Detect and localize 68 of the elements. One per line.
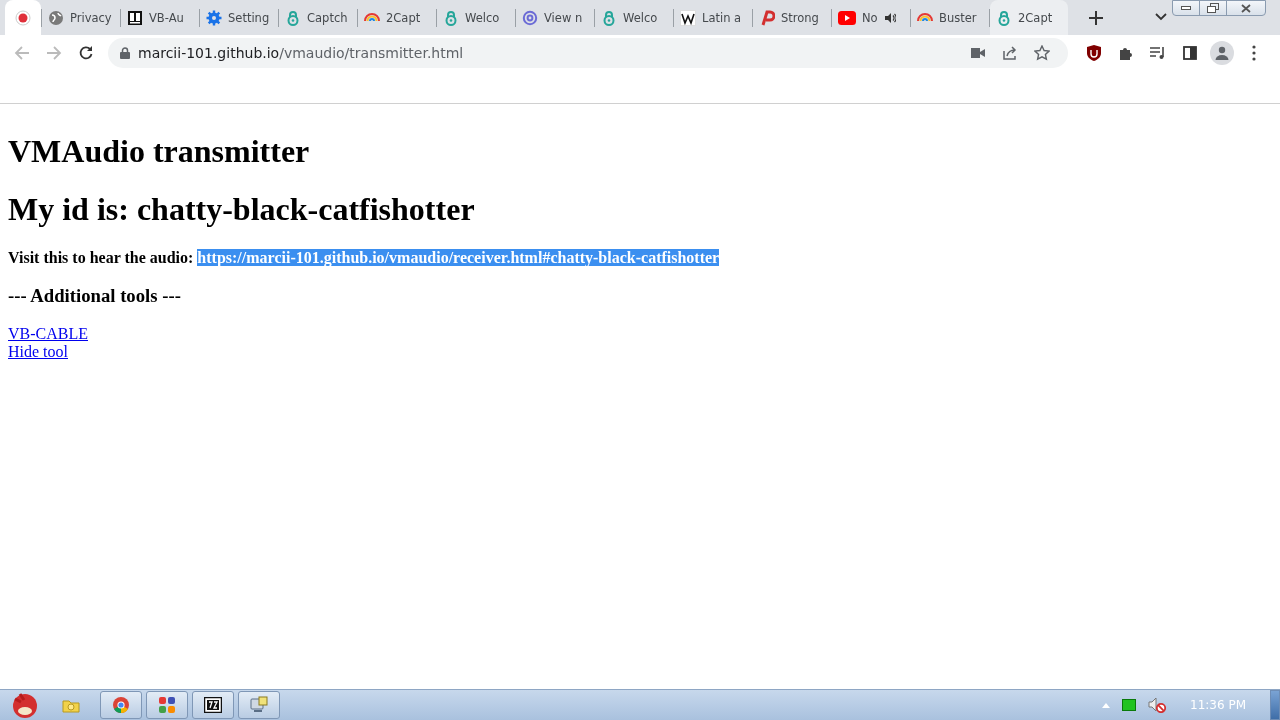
video-camera-icon	[971, 47, 985, 58]
restore-button[interactable]	[1199, 0, 1227, 16]
clock-time: 11:36 PM	[1190, 698, 1246, 712]
browser-tab[interactable]: Setting	[200, 0, 278, 35]
minimize-button[interactable]	[1172, 0, 1200, 16]
browser-tab[interactable]	[5, 0, 41, 35]
video-play-icon	[838, 10, 856, 25]
playlist-music-icon	[1150, 45, 1166, 60]
close-icon	[1241, 3, 1251, 13]
chevron-down-icon	[1155, 13, 1167, 21]
visit-text: Visit this to hear the audio: https://marcii-101.github.io/vmaudio/receiver.html#chatty-black-catfishotter	[8, 249, 721, 267]
browser-tab[interactable]: Privacy	[42, 0, 120, 35]
record-icon	[15, 9, 31, 26]
browser-tab[interactable]: View n	[516, 0, 594, 35]
padlock-icon	[996, 9, 1012, 26]
id-heading: My id is: chatty-black-catfishotter	[8, 191, 476, 228]
share-icon	[1002, 44, 1018, 61]
taskbar-app[interactable]	[192, 691, 234, 719]
browser-tab[interactable]: Buster	[911, 0, 989, 35]
section-heading: --- Additional tools ---	[8, 285, 182, 307]
browser-logo-icon	[112, 696, 130, 714]
browser-tab[interactable]: No	[832, 0, 910, 35]
side-panel-icon	[1183, 45, 1197, 60]
archive-app-icon	[204, 697, 222, 713]
minimize-icon	[1181, 5, 1191, 11]
restore-icon	[1207, 3, 1219, 13]
reload-icon	[78, 44, 94, 61]
padlock-icon	[601, 9, 617, 26]
settings-icon	[206, 9, 222, 26]
speaker-icon	[883, 11, 896, 24]
arrow-right-icon	[46, 44, 62, 61]
orb-icon	[10, 691, 40, 719]
app-grid-icon	[158, 696, 176, 714]
tool-link[interactable]: VB-CABLE	[8, 325, 88, 343]
browser-tab[interactable]: Strong	[753, 0, 831, 35]
triangle-up-icon	[1102, 702, 1110, 708]
square-icon	[1122, 699, 1136, 711]
monitor-icon	[250, 696, 268, 714]
wikipedia-icon	[680, 9, 696, 26]
speaker-muted-icon	[1148, 697, 1166, 713]
p-logo-icon	[759, 9, 775, 26]
star-icon	[1034, 44, 1050, 61]
browser-tab[interactable]: Welco	[437, 0, 515, 35]
page-title: VMAudio transmitter	[8, 133, 311, 170]
url-text: marcii-101.github.io/vmaudio/transmitter.html	[138, 44, 464, 61]
rainbow-icon	[364, 13, 380, 22]
address-bar[interactable]: marcii-101.github.io/vmaudio/transmitter.html	[108, 37, 1068, 68]
shield-icon	[1087, 44, 1101, 61]
rainbow-icon	[917, 13, 933, 22]
folder-icon	[62, 697, 80, 713]
close-button[interactable]	[1226, 0, 1266, 16]
tool-link[interactable]: Hide tool	[8, 343, 68, 361]
more-vertical-icon	[1252, 44, 1256, 61]
browser-tab[interactable]: VB-Au	[121, 0, 199, 35]
padlock-icon	[443, 9, 459, 26]
browser-tab[interactable]: Captch	[279, 0, 357, 35]
padlock-icon	[285, 9, 301, 26]
lock-icon	[120, 46, 130, 59]
globe-icon	[48, 9, 64, 26]
browser-tab[interactable]: Welco	[595, 0, 673, 35]
vb-logo-icon	[127, 9, 143, 26]
browser-tab[interactable]: 2Capt	[358, 0, 436, 35]
browser-tab[interactable]: 2Capt	[990, 0, 1068, 35]
arrow-left-icon	[14, 44, 30, 61]
volume-button[interactable]	[1148, 697, 1166, 713]
plus-icon	[1089, 10, 1103, 25]
browser-tab[interactable]: Latin a	[674, 0, 752, 35]
person-icon	[1215, 45, 1229, 60]
